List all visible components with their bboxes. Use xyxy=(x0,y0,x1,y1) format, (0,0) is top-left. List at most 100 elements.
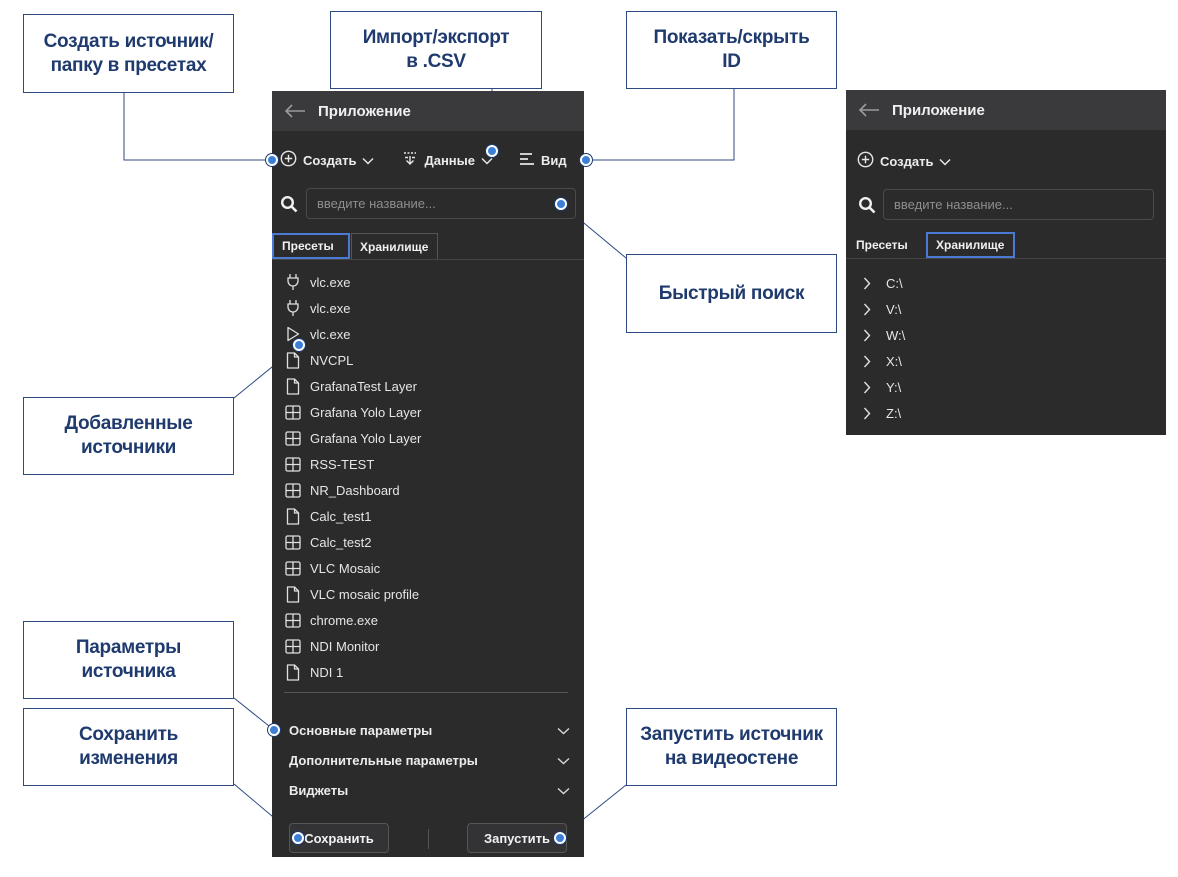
list-item[interactable]: Calc_test1 xyxy=(272,503,584,529)
list-item[interactable]: NDI 1 xyxy=(272,659,584,685)
list-item-label: vlc.exe xyxy=(310,300,351,316)
list-item[interactable]: GrafanaTest Layer xyxy=(272,373,584,399)
list-item-label: GrafanaTest Layer xyxy=(310,378,417,394)
toolbar: Создать Данные Вид xyxy=(272,148,584,172)
create-dropdown-button[interactable]: Создать xyxy=(280,150,374,170)
drive-item[interactable]: X:\ xyxy=(846,348,1166,374)
list-item[interactable]: NVCPL xyxy=(272,347,584,373)
drive-label: Y:\ xyxy=(886,379,902,395)
plus-circle-icon xyxy=(857,151,874,171)
tab-bar: Пресеты Хранилище xyxy=(272,232,584,260)
tab-storage[interactable]: Хранилище xyxy=(926,232,1015,258)
view-lines-icon xyxy=(519,152,535,169)
drive-label: V:\ xyxy=(886,301,902,317)
back-arrow-icon[interactable] xyxy=(272,104,318,118)
list-item[interactable]: vlc.exe xyxy=(272,321,584,347)
list-item-label: chrome.exe xyxy=(310,612,378,628)
file-icon xyxy=(282,507,304,525)
marker-dot xyxy=(580,154,592,166)
list-item[interactable]: vlc.exe xyxy=(272,269,584,295)
plus-circle-icon xyxy=(280,150,297,170)
view-button[interactable]: Вид xyxy=(519,152,567,169)
chevron-down-icon xyxy=(362,153,374,168)
marker-dot xyxy=(266,154,278,166)
list-item[interactable]: RSS-TEST xyxy=(272,451,584,477)
drive-item[interactable]: V:\ xyxy=(846,296,1166,322)
list-item-label: VLC mosaic profile xyxy=(310,586,420,602)
chevron-right-icon[interactable] xyxy=(860,300,874,318)
drive-item[interactable]: Y:\ xyxy=(846,374,1166,400)
search-icon xyxy=(280,195,300,213)
drive-item[interactable]: Z:\ xyxy=(846,400,1166,426)
list-item[interactable]: Calc_test2 xyxy=(272,529,584,555)
grid-icon xyxy=(282,637,304,655)
list-item[interactable]: vlc.exe xyxy=(272,295,584,321)
list-item-label: NVCPL xyxy=(310,352,354,368)
list-item[interactable]: NR_Dashboard xyxy=(272,477,584,503)
search-input[interactable] xyxy=(883,189,1154,220)
list-item-label: Grafana Yolo Layer xyxy=(310,430,422,446)
file-icon xyxy=(282,663,304,681)
chevron-down-icon xyxy=(557,723,570,738)
grid-icon xyxy=(282,455,304,473)
grid-icon xyxy=(282,403,304,421)
list-item-label: RSS-TEST xyxy=(310,456,375,472)
search-input[interactable] xyxy=(306,188,576,219)
callout-launch: Запустить источник на видеостене xyxy=(626,708,837,786)
list-item-label: NDI 1 xyxy=(310,664,344,680)
data-dropdown-button[interactable]: Данные xyxy=(402,151,493,170)
chevron-down-icon xyxy=(939,154,951,169)
launch-button[interactable]: Запустить xyxy=(467,823,567,853)
tab-bar: Пресеты Хранилище xyxy=(846,231,1166,259)
grid-icon xyxy=(282,429,304,447)
tab-presets[interactable]: Пресеты xyxy=(846,232,926,258)
toolbar: Создать xyxy=(846,149,1166,173)
tab-storage[interactable]: Хранилище xyxy=(351,233,438,259)
list-item[interactable]: VLC Mosaic xyxy=(272,555,584,581)
drive-label: Z:\ xyxy=(886,405,902,421)
chevron-right-icon[interactable] xyxy=(860,378,874,396)
right-app-panel: Приложение Создать Пресеты Хранилище C:\… xyxy=(846,90,1166,435)
callout-added-sources: Добавленные источники xyxy=(23,397,234,475)
save-button[interactable]: Сохранить xyxy=(289,823,389,853)
plug-icon xyxy=(282,273,304,291)
list-item[interactable]: VLC mosaic profile xyxy=(272,581,584,607)
list-item-label: vlc.exe xyxy=(310,274,351,290)
create-dropdown-button[interactable]: Создать xyxy=(857,151,951,171)
section-advanced-params[interactable]: Дополнительные параметры xyxy=(272,745,584,775)
data-label: Данные xyxy=(424,152,475,168)
list-item-label: Calc_test2 xyxy=(310,534,372,550)
tab-presets[interactable]: Пресеты xyxy=(272,233,350,259)
marker-dot xyxy=(292,832,304,844)
search-icon xyxy=(858,196,878,214)
grid-icon xyxy=(282,559,304,577)
page-title: Приложение xyxy=(318,102,411,120)
chevron-right-icon[interactable] xyxy=(860,326,874,344)
list-item-label: VLC Mosaic xyxy=(310,560,381,576)
list-item[interactable]: Grafana Yolo Layer xyxy=(272,399,584,425)
list-item-label: vlc.exe xyxy=(310,326,351,342)
chevron-right-icon[interactable] xyxy=(860,274,874,292)
callout-save-changes: Сохранить изменения xyxy=(23,708,234,786)
back-arrow-icon[interactable] xyxy=(846,103,892,117)
chevron-right-icon[interactable] xyxy=(860,352,874,370)
grid-icon xyxy=(282,611,304,629)
list-item[interactable]: NDI Monitor xyxy=(272,633,584,659)
search-bar xyxy=(858,189,1154,220)
panel-header: Приложение xyxy=(846,90,1166,130)
drive-item[interactable]: W:\ xyxy=(846,322,1166,348)
drive-item[interactable]: C:\ xyxy=(846,270,1166,296)
list-item[interactable]: chrome.exe xyxy=(272,607,584,633)
section-label: Дополнительные параметры xyxy=(289,752,478,768)
plug-icon xyxy=(282,299,304,317)
create-label: Создать xyxy=(303,152,357,168)
list-item[interactable]: Grafana Yolo Layer xyxy=(272,425,584,451)
list-item-label: NR_Dashboard xyxy=(310,482,400,498)
list-item-label: Calc_test1 xyxy=(310,508,372,524)
callout-import-export: Импорт/экспорт в .CSV xyxy=(330,11,542,89)
section-basic-params[interactable]: Основные параметры xyxy=(272,715,584,745)
chevron-right-icon[interactable] xyxy=(860,404,874,422)
section-widgets[interactable]: Виджеты xyxy=(272,775,584,805)
file-icon xyxy=(282,377,304,395)
marker-dot xyxy=(293,339,305,351)
